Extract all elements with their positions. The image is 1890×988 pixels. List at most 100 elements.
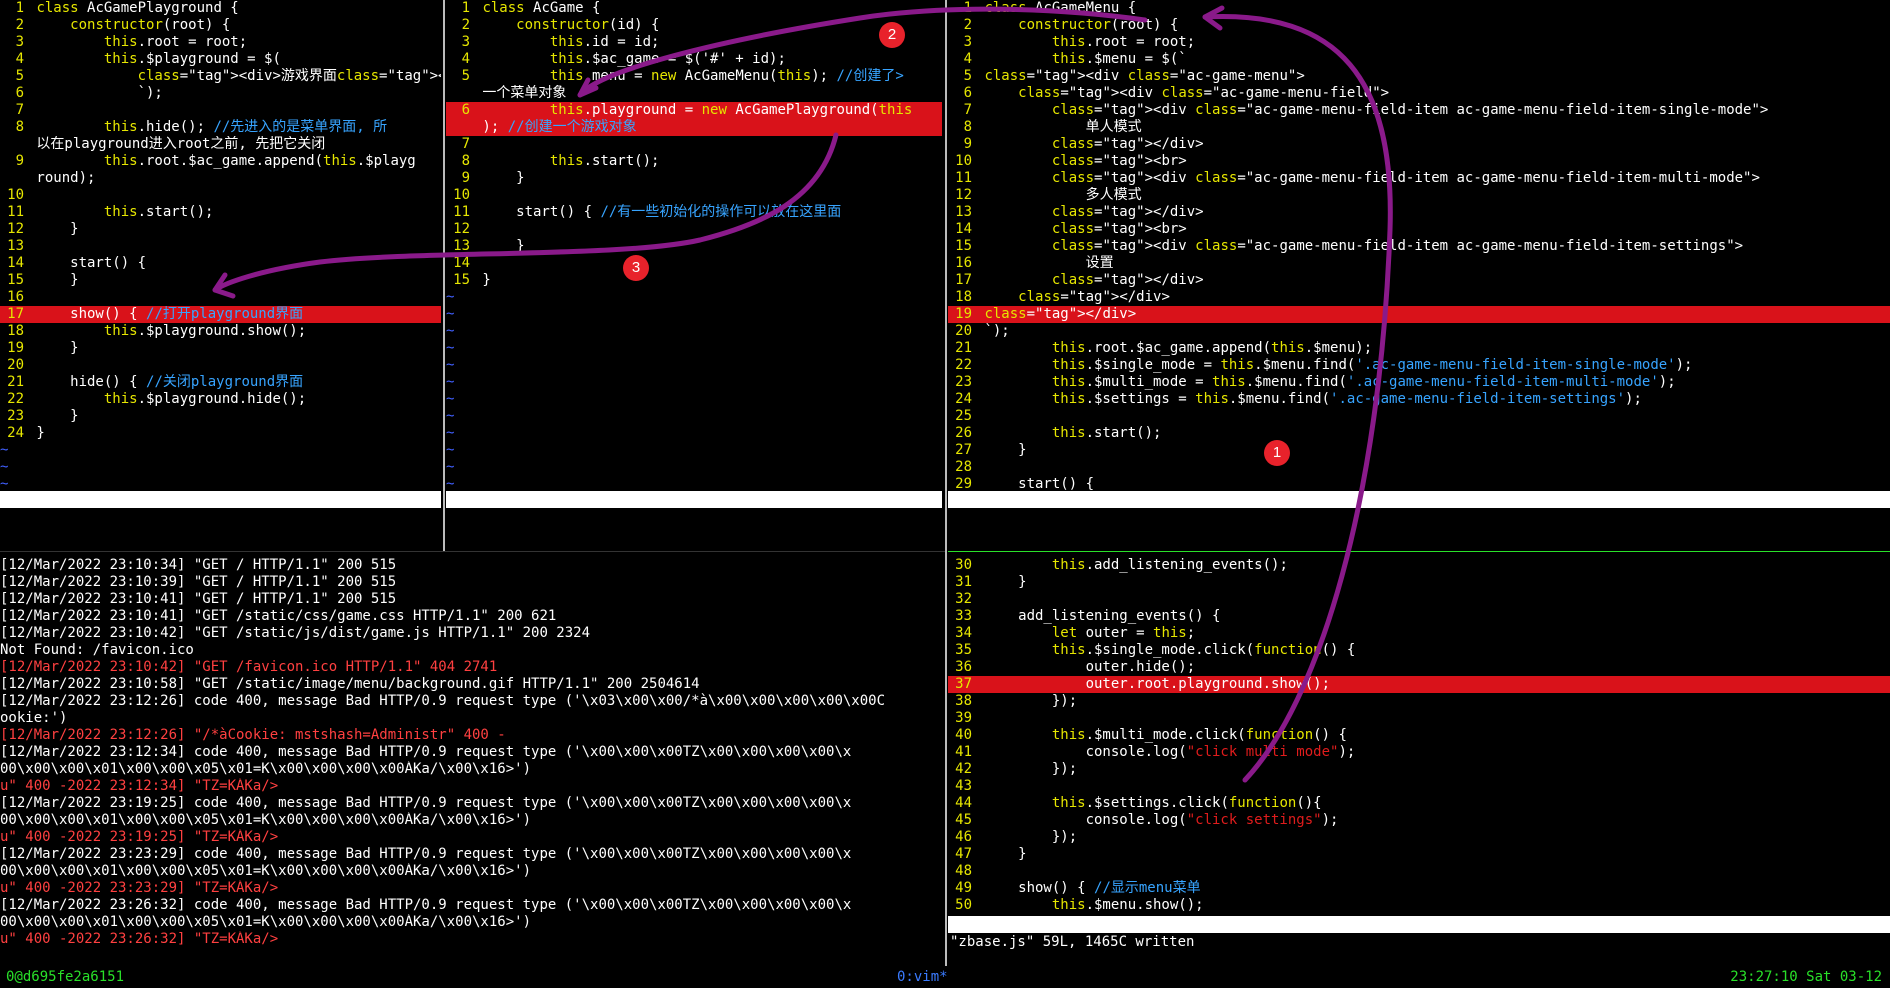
empty-line-marker[interactable]: ~ [0, 459, 441, 476]
code-line[interactable]: 26 this.start(); [948, 425, 1890, 442]
code-line[interactable]: 3 this.root = root; [0, 34, 441, 51]
code-line[interactable]: 4 this.$playground = $( [0, 51, 441, 68]
code-line[interactable]: 5 class="tag"><div>游戏界面class="tag"></div… [0, 68, 441, 85]
editor-pane-menu-top[interactable]: 1 class AcGameMenu {2 constructor(root) … [948, 0, 1890, 491]
empty-line-marker[interactable]: ~ [446, 459, 942, 476]
code-line[interactable]: 7 class="tag"><div class="ac-game-menu-f… [948, 102, 1890, 119]
empty-line-marker[interactable]: ~ [446, 357, 942, 374]
code-line[interactable]: 8 this.hide(); //先进入的是菜单界面, 所 [0, 119, 441, 136]
code-line[interactable]: 18 this.$playground.show(); [0, 323, 441, 340]
empty-line-marker[interactable]: ~ [446, 391, 942, 408]
editor-pane-acgame[interactable]: 1 class AcGame {2 constructor(id) {3 thi… [446, 0, 942, 491]
code-line[interactable]: 14 class="tag"><br> [948, 221, 1890, 238]
code-line[interactable]: 14 start() { [0, 255, 441, 272]
empty-line-marker[interactable]: ~ [0, 476, 441, 491]
code-line[interactable]: 24 } [0, 425, 441, 442]
empty-line-marker[interactable]: ~ [446, 340, 942, 357]
code-line[interactable]: 23 } [0, 408, 441, 425]
code-line[interactable]: 19 class="tag"></div> [948, 306, 1890, 323]
code-line[interactable]: 42 }); [948, 761, 1890, 778]
empty-line-marker[interactable]: ~ [446, 374, 942, 391]
code-line[interactable]: 37 outer.root.playground.show(); [948, 676, 1890, 693]
empty-line-marker[interactable]: ~ [446, 442, 942, 459]
code-line[interactable]: 22 this.$single_mode = this.$menu.find('… [948, 357, 1890, 374]
pane-divider[interactable] [443, 0, 445, 551]
code-line[interactable]: 13 } [446, 238, 942, 255]
code-line[interactable]: 17 class="tag"></div> [948, 272, 1890, 289]
code-line[interactable]: 20 [0, 357, 441, 374]
empty-line-marker[interactable]: ~ [446, 425, 942, 442]
code-line[interactable]: 15 } [446, 272, 942, 289]
code-line[interactable]: 10 [446, 187, 942, 204]
code-line[interactable]: 23 this.$multi_mode = this.$menu.find('.… [948, 374, 1890, 391]
code-line[interactable]: 15 } [0, 272, 441, 289]
code-line[interactable]: 32 [948, 591, 1890, 608]
code-line[interactable]: 14 [446, 255, 942, 272]
code-line[interactable]: 1 class AcGameMenu { [948, 0, 1890, 17]
code-line[interactable]: 41 console.log("click multi mode"); [948, 744, 1890, 761]
code-line[interactable]: 44 this.$settings.click(function(){ [948, 795, 1890, 812]
code-line[interactable]: 10 [0, 187, 441, 204]
code-line[interactable]: 3 this.root = root; [948, 34, 1890, 51]
code-line[interactable]: 13 class="tag"></div> [948, 204, 1890, 221]
code-line[interactable]: 2 constructor(root) { [948, 17, 1890, 34]
code-line[interactable]: 2 constructor(id) { [446, 17, 942, 34]
code-line[interactable]: 15 class="tag"><div class="ac-game-menu-… [948, 238, 1890, 255]
code-line[interactable]: 50 this.$menu.show(); [948, 897, 1890, 914]
code-line[interactable]: 0 以在playground进入root之前, 先把它关闭 [0, 136, 441, 153]
code-line[interactable]: 40 this.$multi_mode.click(function() { [948, 727, 1890, 744]
code-line[interactable]: 0 一个菜单对象 [446, 85, 942, 102]
code-line[interactable]: 35 this.$single_mode.click(function() { [948, 642, 1890, 659]
code-line[interactable]: 43 [948, 778, 1890, 795]
code-line[interactable]: 16 设置 [948, 255, 1890, 272]
code-line[interactable]: 47 } [948, 846, 1890, 863]
code-line[interactable]: 9 class="tag"></div> [948, 136, 1890, 153]
code-line[interactable]: 8 this.start(); [446, 153, 942, 170]
code-line[interactable]: 27 } [948, 442, 1890, 459]
code-line[interactable]: 6 class="tag"><div class="ac-game-menu-f… [948, 85, 1890, 102]
code-line[interactable]: 21 this.root.$ac_game.append(this.$menu)… [948, 340, 1890, 357]
server-log-pane[interactable]: [12/Mar/2022 23:10:34] "GET / HTTP/1.1" … [0, 557, 943, 957]
code-line[interactable]: 31 } [948, 574, 1890, 591]
code-line[interactable]: 3 this.id = id; [446, 34, 942, 51]
code-line[interactable]: 11 this.start(); [0, 204, 441, 221]
empty-line-marker[interactable]: ~ [446, 476, 942, 491]
code-line[interactable]: 22 this.$playground.hide(); [0, 391, 441, 408]
empty-line-marker[interactable]: ~ [0, 442, 441, 459]
code-line[interactable]: 21 hide() { //关闭playground界面 [0, 374, 441, 391]
code-line[interactable]: 7 [0, 102, 441, 119]
code-line[interactable]: 1 class AcGamePlayground { [0, 0, 441, 17]
code-line[interactable]: 2 constructor(root) { [0, 17, 441, 34]
code-line[interactable]: 5 class="tag"><div class="ac-game-menu"> [948, 68, 1890, 85]
code-line[interactable]: 45 console.log("click settings"); [948, 812, 1890, 829]
code-line[interactable]: 20 `); [948, 323, 1890, 340]
code-line[interactable]: 39 [948, 710, 1890, 727]
code-line[interactable]: 29 start() { [948, 476, 1890, 491]
empty-line-marker[interactable]: ~ [446, 323, 942, 340]
code-line[interactable]: 46 }); [948, 829, 1890, 846]
code-line[interactable]: 1 class AcGame { [446, 0, 942, 17]
tmux-window[interactable]: 0:vim* [897, 966, 948, 988]
code-line[interactable]: 6 `); [0, 85, 441, 102]
code-line[interactable]: 17 show() { //打开playground界面 [0, 306, 441, 323]
code-line[interactable]: 0 ); //创建一个游戏对象 [446, 119, 942, 136]
code-line[interactable]: 11 start() { //有一些初始化的操作可以放在这里面 [446, 204, 942, 221]
code-line[interactable]: 8 单人模式 [948, 119, 1890, 136]
code-line[interactable]: 36 outer.hide(); [948, 659, 1890, 676]
code-line[interactable]: 12 多人模式 [948, 187, 1890, 204]
code-line[interactable]: 11 class="tag"><div class="ac-game-menu-… [948, 170, 1890, 187]
code-line[interactable]: 38 }); [948, 693, 1890, 710]
code-line[interactable]: 4 this.$menu = $(` [948, 51, 1890, 68]
code-line[interactable]: 19 } [0, 340, 441, 357]
code-line[interactable]: 24 this.$settings = this.$menu.find('.ac… [948, 391, 1890, 408]
code-line[interactable]: 12 } [0, 221, 441, 238]
editor-pane-playground[interactable]: 1 class AcGamePlayground {2 constructor(… [0, 0, 441, 491]
code-line[interactable]: 30 this.add_listening_events(); [948, 557, 1890, 574]
code-line[interactable]: 18 class="tag"></div> [948, 289, 1890, 306]
code-line[interactable]: 13 [0, 238, 441, 255]
pane-divider[interactable] [945, 0, 947, 966]
code-line[interactable]: 0 round); [0, 170, 441, 187]
code-line[interactable]: 28 [948, 459, 1890, 476]
code-line[interactable]: 4 this.$ac_game = $('#' + id); [446, 51, 942, 68]
code-line[interactable]: 6 this.playground = new AcGamePlayground… [446, 102, 942, 119]
